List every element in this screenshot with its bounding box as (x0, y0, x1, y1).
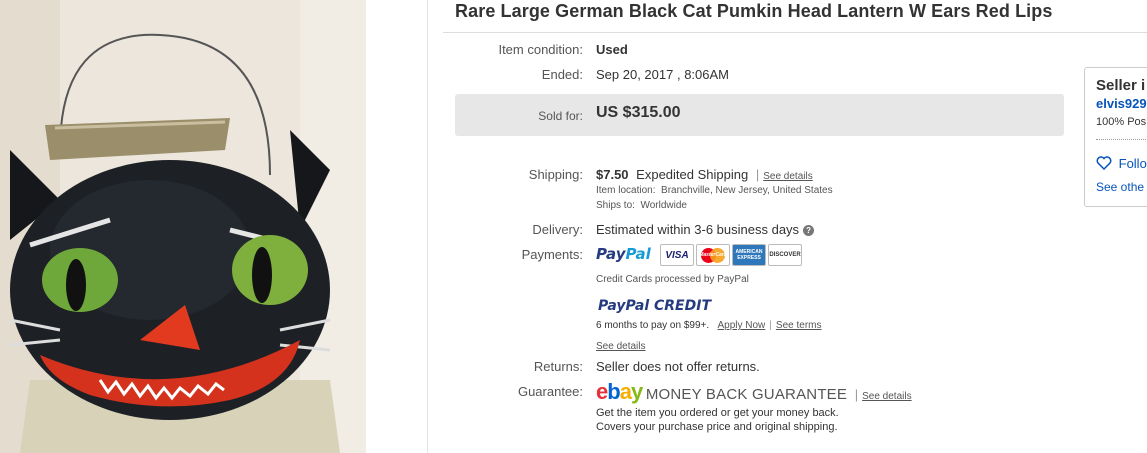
ended-label: Ended: (541, 67, 583, 82)
shipping-cost: $7.50 (596, 167, 629, 182)
condition-label: Item condition: (498, 42, 583, 57)
separator: | (769, 320, 772, 331)
item-photo[interactable] (0, 0, 366, 453)
sold-price: US $315.00 (596, 104, 681, 121)
shipping-value: $7.50 Expedited Shipping | See details (596, 167, 813, 182)
paypal-credit-logo-text: PayPal CREDIT (598, 298, 711, 314)
credit-see-details: See details (596, 337, 645, 352)
paypal-logo: PayPal (596, 245, 651, 263)
see-terms-link[interactable]: See terms (776, 320, 822, 331)
shipping-method: Expedited Shipping (636, 167, 749, 182)
guarantee-line2: Covers your purchase price and original … (596, 421, 838, 433)
follow-seller-button[interactable]: Follo (1096, 156, 1147, 171)
discover-icon: DISCOVER (768, 244, 802, 266)
cc-note: Credit Cards processed by PayPal (596, 274, 749, 285)
ended-value: Sep 20, 2017 , 8:06AM (596, 67, 729, 82)
guarantee-see-details-link[interactable]: See details (862, 391, 911, 402)
credit-see-details-link[interactable]: See details (596, 341, 645, 352)
seller-feedback: 100% Pos (1096, 116, 1147, 128)
card-logos: VISA MasterCard AMERICAN EXPRESS DISCOVE… (660, 244, 802, 266)
seller-divider (1096, 139, 1147, 140)
sold-label: Sold for: (538, 109, 583, 123)
photo-column (0, 0, 428, 453)
shipping-see-details-link[interactable]: See details (763, 171, 812, 182)
item-location: Item location: Branchville, New Jersey, … (596, 185, 833, 196)
see-other-items-link[interactable]: See othe (1096, 180, 1144, 194)
mastercard-icon: MasterCard (696, 244, 730, 266)
seller-name-link[interactable]: elvis929 (1096, 96, 1147, 111)
money-back-guarantee-text: MONEY BACK GUARANTEE (645, 386, 848, 403)
ebay-guarantee: ebay MONEY BACK GUARANTEE | See details (596, 379, 912, 405)
credit-terms: 6 months to pay on $99+. Apply Now | See t… (596, 320, 821, 331)
delivery-label: Delivery: (532, 222, 583, 237)
ships-to-label: Ships to: (596, 200, 635, 211)
ebay-logo: ebay (596, 379, 643, 404)
follow-label: Follo (1118, 156, 1147, 171)
payments-label: Payments: (521, 247, 583, 262)
ended-date: Sep 20, 2017 (596, 67, 674, 82)
separator: | (755, 167, 760, 182)
paypal-logo-text: PayPal (596, 245, 651, 263)
paypal-credit-logo: PayPal CREDIT (598, 298, 711, 314)
visa-icon: VISA (660, 244, 694, 266)
amex-icon: AMERICAN EXPRESS (732, 244, 766, 266)
black-cat-lantern-image (0, 0, 366, 453)
item-location-label: Item location: (596, 185, 656, 196)
guarantee-label: Guarantee: (517, 384, 583, 399)
listing-title: Rare Large German Black Cat Pumkin Head … (455, 1, 1053, 21)
shipping-label: Shipping: (528, 167, 583, 182)
title-divider (443, 32, 1147, 33)
apply-now-link[interactable]: Apply Now (717, 320, 765, 331)
delivery-value: Estimated within 3-6 business days? (596, 222, 815, 237)
credit-terms-text: 6 months to pay on $99+. (596, 320, 710, 331)
seller-panel-title: Seller i (1096, 77, 1146, 94)
seller-panel: Seller i elvis929 100% Pos Follo See oth… (1084, 67, 1147, 207)
ships-to: Ships to: Worldwide (596, 200, 687, 211)
item-location-value: Branchville, New Jersey, United States (661, 185, 833, 196)
heart-icon (1096, 156, 1112, 171)
ended-time: 8:06AM (684, 67, 730, 82)
returns-label: Returns: (533, 359, 583, 374)
separator: | (854, 387, 859, 402)
ended-comma: , (673, 67, 685, 82)
guarantee-line1: Get the item you ordered or get your mon… (596, 407, 839, 419)
delivery-estimate: Estimated within 3-6 business days (596, 222, 800, 237)
condition-value: Used (596, 42, 628, 57)
returns-value: Seller does not offer returns. (596, 359, 760, 374)
help-icon[interactable]: ? (803, 225, 815, 237)
ships-to-value: Worldwide (640, 200, 687, 211)
